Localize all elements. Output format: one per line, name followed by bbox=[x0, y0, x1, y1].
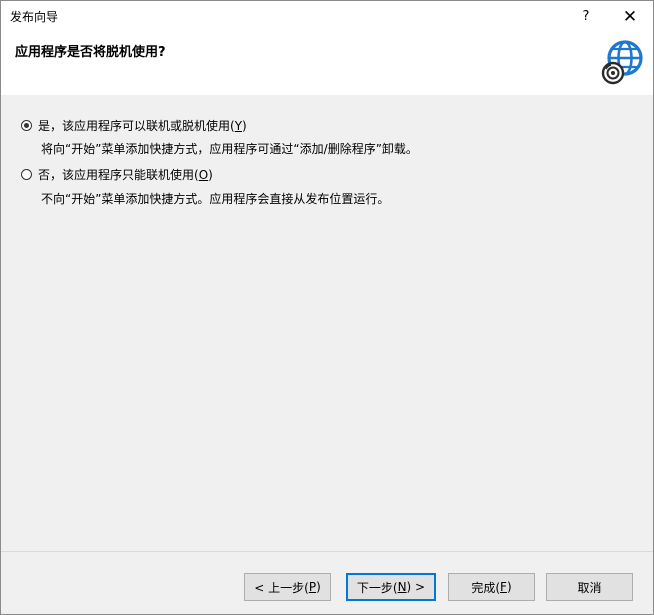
option-online-only-description: 不向“开始”菜单添加快捷方式。应用程序会直接从发布位置运行。 bbox=[41, 192, 390, 206]
title-bar: 发布向导 ? ✕ bbox=[1, 1, 653, 32]
option-online-only[interactable]: 否，该应用程序只能联机使用(O) bbox=[21, 164, 213, 184]
radio-online-only[interactable] bbox=[21, 168, 32, 180]
page-title: 应用程序是否将脱机使用? bbox=[15, 45, 166, 60]
wizard-content: 是，该应用程序可以联机或脱机使用(Y) 将向“开始”菜单添加快捷方式，应用程序可… bbox=[1, 95, 653, 551]
finish-button[interactable]: 完成(F) bbox=[448, 573, 535, 601]
help-button[interactable]: ? bbox=[563, 1, 609, 32]
cancel-button[interactable]: 取消 bbox=[546, 573, 633, 601]
radio-selected-dot bbox=[24, 122, 29, 128]
publish-wizard-window: 发布向导 ? ✕ 应用程序是否将脱机使用? 是，该应用程序可以联机或脱机使用(Y… bbox=[0, 0, 654, 615]
footer-separator bbox=[1, 551, 653, 552]
close-button[interactable]: ✕ bbox=[607, 1, 653, 32]
option-online-offline-label[interactable]: 是，该应用程序可以联机或脱机使用(Y) bbox=[38, 117, 247, 134]
option-online-only-label[interactable]: 否，该应用程序只能联机使用(O) bbox=[38, 166, 213, 183]
back-button[interactable]: < 上一步(P) bbox=[244, 573, 331, 601]
radio-online-offline[interactable] bbox=[21, 119, 32, 131]
option-online-offline-description: 将向“开始”菜单添加快捷方式，应用程序可通过“添加/删除程序”卸载。 bbox=[41, 142, 418, 156]
next-button[interactable]: 下一步(N) > bbox=[346, 573, 436, 601]
globe-cd-icon bbox=[601, 40, 643, 85]
option-online-offline[interactable]: 是，该应用程序可以联机或脱机使用(Y) bbox=[21, 115, 247, 135]
wizard-header: 应用程序是否将脱机使用? bbox=[1, 32, 653, 95]
window-title: 发布向导 bbox=[10, 10, 59, 24]
